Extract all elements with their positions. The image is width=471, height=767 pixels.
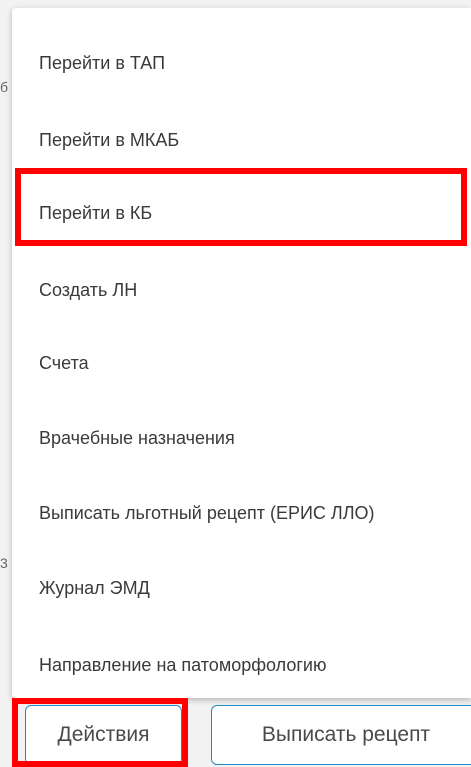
- menu-item-go-to-kb[interactable]: Перейти в КБ: [12, 183, 471, 243]
- actions-dropdown-menu: Перейти в ТАП Перейти в МКАБ Перейти в К…: [12, 8, 471, 698]
- write-prescription-button[interactable]: Выписать рецепт: [211, 705, 471, 765]
- menu-item-doctor-prescriptions[interactable]: Врачебные назначения: [12, 408, 471, 468]
- background-fragment: 3: [0, 555, 8, 571]
- menu-item-preferential-prescription[interactable]: Выписать льготный рецепт (ЕРИС ЛЛО): [12, 483, 471, 543]
- background-fragment: б: [0, 79, 9, 95]
- menu-item-create-ln[interactable]: Создать ЛН: [12, 260, 471, 320]
- menu-item-go-to-mkab[interactable]: Перейти в МКАБ: [12, 110, 471, 170]
- menu-item-pathomorphology-referral[interactable]: Направление на патоморфологию: [12, 635, 471, 695]
- menu-item-emd-journal[interactable]: Журнал ЭМД: [12, 558, 471, 618]
- menu-item-invoices[interactable]: Счета: [12, 333, 471, 393]
- actions-button[interactable]: Действия: [25, 705, 182, 765]
- page: б 3 Перейти в ТАП Перейти в МКАБ Перейти…: [0, 0, 471, 767]
- menu-item-go-to-tap[interactable]: Перейти в ТАП: [12, 33, 471, 93]
